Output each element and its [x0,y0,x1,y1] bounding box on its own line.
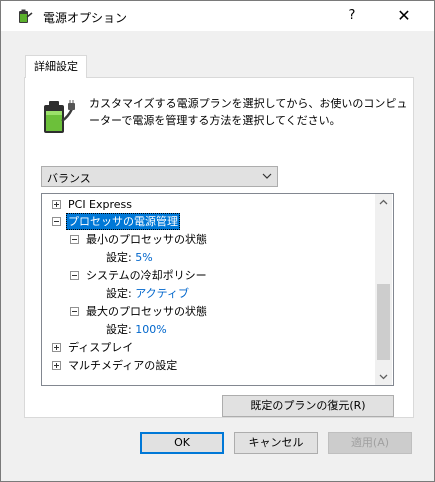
window-title: 電源オプション [43,11,128,25]
tree-item-label: プロセッサの電源管理 [66,213,180,230]
setting-value[interactable]: 100% [135,323,166,336]
expand-icon[interactable] [52,361,61,370]
setting-row-max-state[interactable]: 設定: 100% [106,321,167,338]
tree-item-label: 最大のプロセッサの状態 [86,305,207,318]
collapse-icon[interactable] [70,307,79,316]
expand-icon[interactable] [52,343,61,352]
restore-plan-defaults-button[interactable]: 既定のプランの復元(R) [222,395,394,417]
scroll-thumb[interactable] [377,284,390,360]
tree-item-label: ディスプレイ [68,341,134,354]
tree-item-label: PCI Express [68,198,133,211]
power-options-dialog: 電源オプション ? ✕ 詳細設定 カスタマイズする電源プランを選択してから、お使… [0,0,435,482]
power-plan-value: バランス [47,172,91,185]
setting-label: 設定: [106,287,132,300]
battery-plug-icon [44,100,75,133]
setting-row-min-state[interactable]: 設定: 5% [106,249,153,266]
setting-label: 設定: [106,251,132,264]
power-options-icon [19,9,33,23]
setting-row-cooling-policy[interactable]: 設定: アクティブ [106,285,189,302]
title-bar: 電源オプション ? ✕ [1,1,434,31]
description-text: カスタマイズする電源プランを選択してから、お使いのコンピューターで電源を管理する… [89,97,408,127]
ok-button[interactable]: OK [140,432,224,454]
tree-item-label: 最小のプロセッサの状態 [86,233,207,246]
collapse-icon[interactable] [70,271,79,280]
setting-value[interactable]: アクティブ [135,287,189,300]
apply-button[interactable]: 適用(A) [328,432,412,454]
expand-icon[interactable] [52,200,61,209]
help-button[interactable]: ? [332,1,372,31]
tree-item-label: システムの冷却ポリシー [86,269,207,282]
scroll-down-icon[interactable] [375,368,392,385]
collapse-icon[interactable] [52,217,61,226]
chevron-down-icon [262,173,272,179]
power-plan-select[interactable]: バランス [41,166,278,187]
scroll-up-icon[interactable] [375,194,392,211]
cancel-button[interactable]: キャンセル [234,432,318,454]
tree-item-label: マルチメディアの設定 [68,359,178,372]
tree-scrollbar[interactable] [375,194,392,385]
settings-tree[interactable]: PCI Express プロセッサの電源管理 最小のプロセッサの状態 設定: 5… [41,193,394,386]
setting-value[interactable]: 5% [135,251,152,264]
tab-advanced-settings[interactable]: 詳細設定 [25,55,87,78]
close-button[interactable]: ✕ [381,1,427,31]
collapse-icon[interactable] [70,235,79,244]
setting-label: 設定: [106,323,132,336]
